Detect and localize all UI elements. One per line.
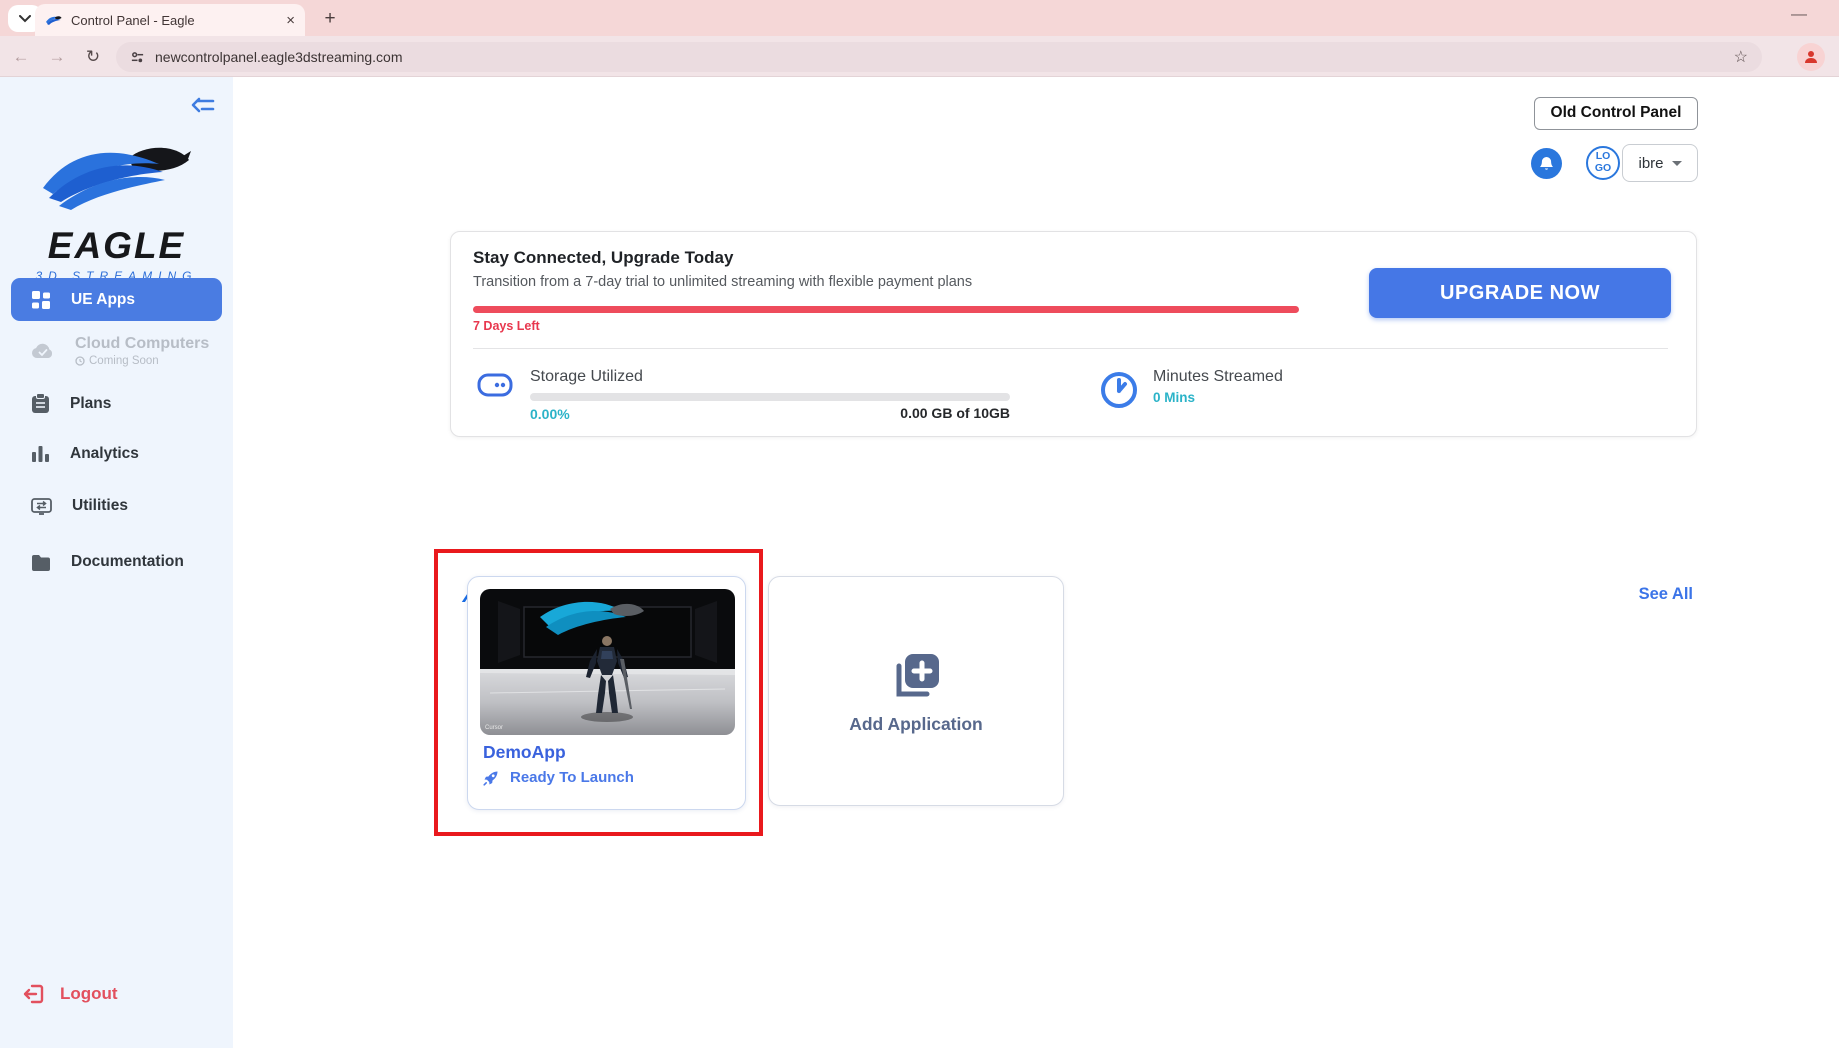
storage-usage: 0.00 GB of 10GB [530,405,1010,421]
clipboard-icon [31,393,50,414]
account-name: ibre [1638,155,1663,172]
account-menu-button[interactable]: ibre [1622,144,1698,182]
transfer-card-icon [31,497,52,515]
forward-button[interactable]: → [44,44,70,70]
app-root: EAGLE 3D STREAMING UE Apps Cloud [0,77,1839,1048]
coming-soon-badge: Coming Soon [75,355,209,367]
sidebar-item-label: Cloud Computers [75,335,209,353]
eagle-wings-icon [37,132,197,218]
minutes-streamed-value: 0 Mins [1153,390,1195,405]
sidebar-item-label: Documentation [71,553,184,571]
rocket-icon [483,769,500,786]
storage-label: Storage Utilized [530,368,643,386]
sidebar-collapse-button[interactable] [190,95,215,122]
app-thumbnail[interactable]: Cursor [480,589,735,735]
notifications-button[interactable] [1531,148,1562,179]
sidebar-item-label: UE Apps [71,291,135,309]
add-application-card[interactable]: Add Application [768,576,1064,806]
sidebar-item-label: Utilities [72,497,128,515]
browser-toolbar: ← → ↻ newcontrolpanel.eagle3dstreaming.c… [0,36,1839,77]
back-button[interactable]: ← [8,44,34,70]
sidebar-item-analytics[interactable]: Analytics [0,445,233,463]
eagle-favicon [45,14,62,26]
browser-tab[interactable]: Control Panel - Eagle × [35,4,305,36]
logout-icon [22,982,46,1006]
demoapp-card[interactable]: Cursor DemoApp Ready To Launch [467,576,746,810]
browser-tab-strip: Control Panel - Eagle × + — [0,0,1839,36]
sidebar-item-ue-apps[interactable]: UE Apps [11,278,222,321]
days-left-label: 7 Days Left [473,319,540,333]
tab-title: Control Panel - Eagle [71,13,277,28]
brand-title: EAGLE [0,225,233,267]
storage-icon [477,372,513,403]
chevron-down-icon [19,15,31,23]
banner-title: Stay Connected, Upgrade Today [473,248,733,268]
bell-icon [1539,156,1554,172]
sidebar-item-plans[interactable]: Plans [0,393,233,414]
minutes-streamed-label: Minutes Streamed [1153,368,1283,386]
sidebar: EAGLE 3D STREAMING UE Apps Cloud [0,77,233,1048]
sidebar-item-utilities[interactable]: Utilities [0,497,233,515]
thumbnail-caption: Cursor [485,725,503,731]
storage-progress-bar [530,393,1010,401]
person-icon [1803,49,1819,65]
see-all-link[interactable]: See All [1639,585,1693,604]
bookmark-star-icon[interactable]: ☆ [1734,47,1748,67]
logo-badge-bottom: GO [1588,163,1618,175]
site-settings-icon[interactable] [130,50,145,65]
sidebar-item-documentation[interactable]: Documentation [0,553,233,571]
window-minimize-button[interactable]: — [1791,6,1807,24]
folder-icon [31,554,51,571]
cloud-check-icon [31,342,55,360]
upgrade-now-button[interactable]: UPGRADE NOW [1369,268,1671,318]
add-application-label: Add Application [849,714,983,735]
banner-subtitle: Transition from a 7-day trial to unlimit… [473,274,972,290]
logout-button[interactable]: Logout [22,982,118,1006]
sidebar-item-cloud-computers: Cloud Computers Coming Soon [0,335,233,367]
old-control-panel-button[interactable]: Old Control Panel [1534,97,1698,130]
chevron-down-icon [1672,161,1682,166]
browser-window: Control Panel - Eagle × + — ← → ↻ newcon… [0,0,1839,1048]
app-name[interactable]: DemoApp [483,742,566,763]
sidebar-item-label: Analytics [70,445,139,463]
trial-progress-fill [473,306,1299,313]
add-application-icon [889,648,943,702]
bar-chart-icon [31,445,50,463]
app-status: Ready To Launch [483,769,634,786]
brand-logo: EAGLE 3D STREAMING [0,132,233,283]
new-tab-button[interactable]: + [317,8,343,30]
reload-button[interactable]: ↻ [80,44,106,70]
sidebar-item-label: Plans [70,395,111,413]
tab-close-icon[interactable]: × [286,12,295,29]
clock-small-icon [75,356,85,366]
grid-dashboard-icon [31,290,51,310]
upgrade-banner-card: Stay Connected, Upgrade Today Transition… [450,231,1697,437]
url-bar[interactable]: newcontrolpanel.eagle3dstreaming.com ☆ [116,42,1762,72]
browser-profile-avatar[interactable] [1797,43,1825,71]
main-content: Old Control Panel LO GO ibre Stay Connec… [233,77,1839,1048]
url-text[interactable]: newcontrolpanel.eagle3dstreaming.com [155,49,1724,65]
collapse-sidebar-icon [190,95,215,117]
minutes-clock-icon [1099,370,1139,415]
banner-divider [473,348,1668,349]
logout-label: Logout [60,984,118,1004]
trial-progress-bar [473,306,1299,313]
org-logo-avatar[interactable]: LO GO [1586,146,1620,180]
app-status-label: Ready To Launch [510,769,634,786]
